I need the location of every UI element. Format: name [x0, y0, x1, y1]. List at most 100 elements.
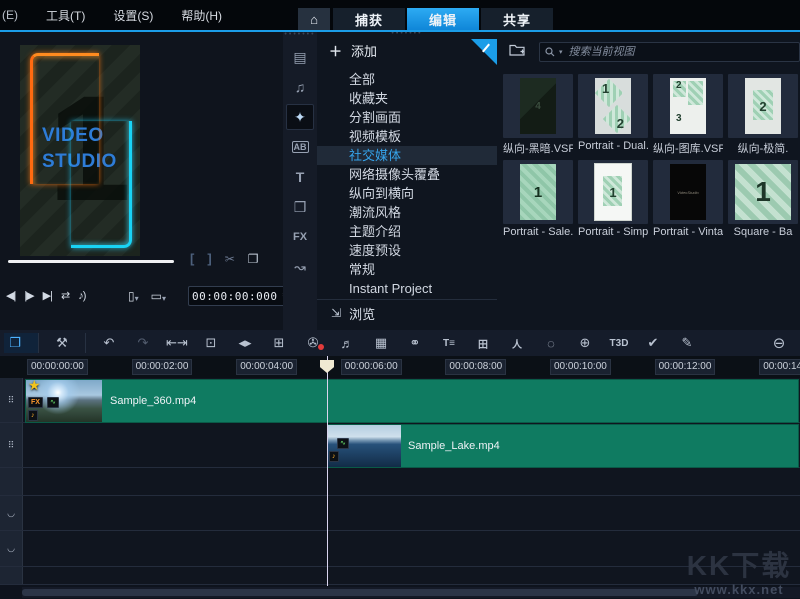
template-card-portrait-minimal[interactable]: 2 纵向-极简. — [728, 74, 798, 156]
toolbar-button-record-capture[interactable]: ✇ — [302, 333, 324, 353]
title-track[interactable] — [0, 468, 800, 496]
toolbar-button-zoom-out[interactable]: ⊖ — [768, 333, 790, 353]
resize-preview-icon[interactable]: ▭▾ — [151, 289, 166, 303]
clip-sample-360[interactable]: ★ FX ∿ ♪ Sample_360.mp4 — [25, 379, 799, 423]
import-folder-icon[interactable] — [509, 43, 525, 61]
previous-frame-icon[interactable]: ◀| — [6, 289, 15, 302]
timeline-ruler[interactable]: 00:00:00:0000:00:02:0000:00:04:0000:00:0… — [0, 356, 800, 379]
category-item[interactable]: 分割画面 — [317, 108, 497, 127]
toolbar-button-auto-music[interactable]: ▦ — [370, 333, 392, 353]
home-tab[interactable]: ⌂ — [298, 8, 330, 30]
menu-item[interactable]: 帮助(H) — [167, 7, 236, 24]
category-item[interactable]: 网络摄像头覆叠 — [317, 165, 497, 184]
category-item[interactable]: 纵向到横向 — [317, 184, 497, 203]
toolbar-button-motion-tracking[interactable]: 人 — [506, 333, 528, 353]
search-input[interactable] — [567, 45, 794, 59]
tab-edit[interactable]: 编辑 — [407, 8, 479, 30]
toolbar-button-apply-to-all[interactable]: ✔ — [642, 333, 664, 353]
category-item[interactable]: 主题介绍 — [317, 222, 497, 241]
library-nav-subtitle[interactable]: AB — [286, 134, 314, 160]
library-nav-effects[interactable]: FX — [286, 224, 314, 250]
gallery-panel: ▾ 4 纵向-黑暗.VSP 1 2 Portrait - Dual.... 2 … — [497, 32, 800, 330]
category-item[interactable]: 社交媒体 — [317, 146, 497, 165]
template-card-portrait-simple[interactable]: 1 Portrait - Simpl... — [578, 160, 648, 238]
add-row[interactable]: ＋ 添加 — [317, 38, 497, 62]
preview-video[interactable]: 1 VIDEO STUDIO — [20, 45, 140, 256]
library-nav-overlay[interactable]: ❒ — [286, 194, 314, 220]
voice-track[interactable]: ◡ — [0, 496, 800, 531]
menu-item[interactable]: (E) — [0, 8, 32, 22]
menu-item[interactable]: 工具(T) — [32, 7, 99, 24]
category-item[interactable]: Instant Project — [317, 279, 497, 298]
clip-sample-lake[interactable]: ∿ ♪ Sample_Lake.mp4 — [327, 424, 799, 468]
voice-track-header[interactable]: ◡ — [0, 496, 23, 530]
library-nav-title[interactable]: T — [286, 164, 314, 190]
thumb-number-2: 3 — [676, 113, 682, 124]
split-scissors-icon[interactable]: ✂ — [225, 252, 235, 266]
toolbar-button-track-transparency[interactable]: ⊕ — [574, 333, 596, 353]
volume-icon[interactable]: ♪) — [78, 290, 85, 302]
template-card-portrait-dual[interactable]: 1 2 Portrait - Dual.... — [578, 74, 648, 156]
next-frame-icon[interactable]: |▶ — [24, 289, 33, 302]
thumb-number: 1 — [609, 185, 616, 200]
ruler-timecode: 00:00:08:00 — [445, 359, 506, 375]
toolbar-button-painting-creator[interactable]: ✎ — [676, 333, 698, 353]
extra-track-header[interactable] — [0, 567, 23, 584]
timecode-display[interactable]: 00:00:00:000 ▲▼ — [188, 286, 291, 306]
toolbar-button-split-screen-template[interactable]: 田 — [472, 333, 494, 353]
template-card-square-basic[interactable]: 1 Square - Ba — [728, 160, 798, 238]
repeat-icon[interactable]: ⇄ — [61, 289, 69, 302]
toolbar-button-undo[interactable]: ↶ — [98, 333, 120, 353]
toolbar-button-stop-motion[interactable]: ⚭ — [404, 333, 426, 353]
toolbar-button-redo[interactable]: ↷ — [132, 333, 154, 353]
library-nav-audio[interactable]: ♫ — [286, 74, 314, 100]
library-nav-motion-path[interactable]: ↝ — [286, 254, 314, 280]
music-track-header[interactable]: ◡ — [0, 531, 23, 566]
playhead-line[interactable] — [327, 356, 328, 586]
category-item[interactable]: 速度预设 — [317, 241, 497, 260]
overlay-track-header[interactable]: ⠿ — [0, 423, 23, 467]
category-item[interactable]: 视频模板 — [317, 127, 497, 146]
toolbar-button-subtitle-editor[interactable]: T≡ — [438, 333, 460, 353]
scrollbar-thumb[interactable] — [22, 589, 698, 596]
toolbar-button-batch-convert[interactable]: ⊞ — [268, 333, 290, 353]
toolbar-button-frame-size[interactable]: ⊡ — [200, 333, 222, 353]
end-icon[interactable]: ▶| — [43, 289, 52, 302]
library-nav-template[interactable]: ✦ — [286, 104, 314, 130]
template-card-portrait-gallery[interactable]: 2 3 纵向-图库.VSP — [653, 74, 723, 156]
browse-button[interactable]: ⇲ 浏览 — [317, 299, 497, 326]
toolbar-button-timeline-view[interactable]: ❐ — [4, 333, 39, 353]
title-track-header[interactable] — [0, 468, 23, 495]
mark-in-icon[interactable]: [ — [190, 251, 194, 266]
phone-preview-icon[interactable]: ▯▾ — [128, 289, 139, 303]
category-item[interactable]: 潮流风格 — [317, 203, 497, 222]
enlarge-preview-icon[interactable]: ❐ — [248, 252, 259, 266]
toolbar-icon: ⊖ — [773, 334, 786, 352]
tab-share[interactable]: 共享 — [481, 8, 553, 30]
toolbar-button-split-clip[interactable]: ◂▸ — [234, 333, 256, 353]
toolbar-button-mask-creator[interactable]: ◌ — [540, 333, 562, 353]
category-item[interactable]: 全部 — [317, 70, 497, 89]
template-card-portrait-sale[interactable]: 1 Portrait - Sale.V... — [503, 160, 573, 238]
tab-capture[interactable]: 捕获 — [333, 8, 405, 30]
template-card-portrait-vintage[interactable]: VideoStudio Portrait - Vinta... — [653, 160, 723, 238]
star-badge-icon: ★ — [26, 377, 43, 393]
fx-badge-icon: FX — [28, 397, 43, 408]
toolbar-button-fit-project[interactable]: ⇤⇥ — [166, 333, 188, 353]
category-item[interactable]: 常规 — [317, 260, 497, 279]
toolbar-button-sound-mixer[interactable]: ♬ — [336, 333, 358, 353]
mark-out-icon[interactable]: ] — [207, 251, 211, 266]
toolbar-icon: ⇤⇥ — [166, 335, 188, 351]
toolbar-button-tools[interactable]: ⚒ — [51, 333, 86, 353]
toolbar-icon: ▦ — [375, 335, 387, 351]
library-nav-media[interactable]: ▤ — [286, 44, 314, 70]
search-box[interactable]: ▾ — [539, 42, 800, 62]
category-item[interactable]: 收藏夹 — [317, 89, 497, 108]
search-filter-dropdown-icon[interactable]: ▾ — [559, 48, 563, 56]
pin-panel-icon[interactable] — [471, 39, 497, 65]
template-card-portrait-dark[interactable]: 4 纵向-黑暗.VSP — [503, 74, 573, 156]
seek-bar[interactable] — [8, 260, 174, 263]
video-track-header[interactable]: ⠿ — [0, 378, 23, 422]
toolbar-button-3d-title-editor[interactable]: T3D — [608, 333, 630, 353]
menu-item[interactable]: 设置(S) — [99, 7, 167, 24]
